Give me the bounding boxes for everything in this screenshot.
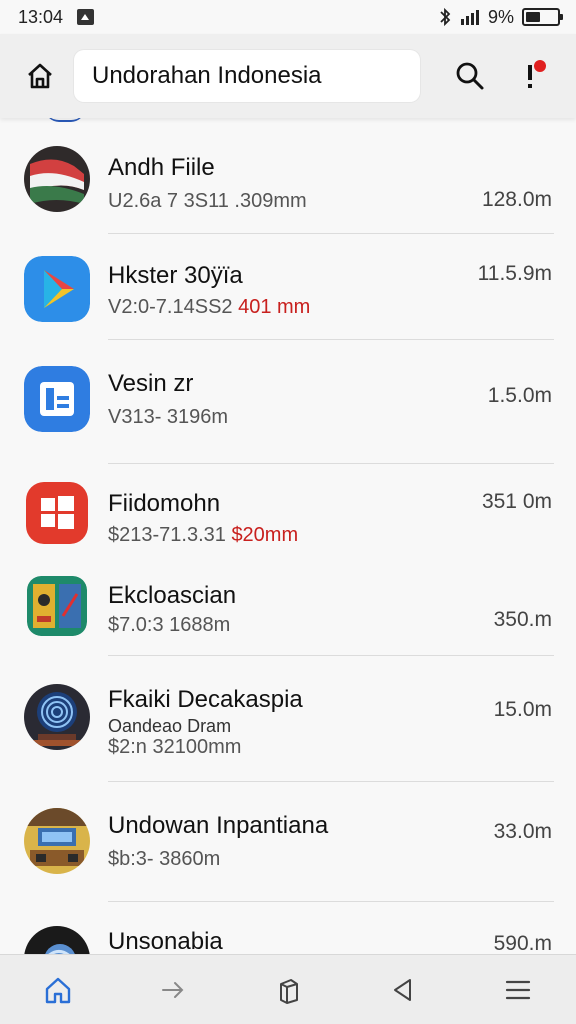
app-name: Hkster 30ÿïa	[108, 262, 243, 289]
battery-percent: 9%	[487, 6, 514, 27]
app-name: Unsonabia	[108, 928, 223, 954]
bottom-navigation	[0, 954, 576, 1024]
list-item[interactable]: Fiidomohn $213-71.3.31 $20mm 351 0m	[0, 464, 576, 570]
globe-icon	[24, 926, 90, 954]
app-version-highlight: $20mm	[231, 524, 299, 546]
app-size: 33.0m	[493, 820, 552, 843]
app-version: $213-71.3.31 $20mm	[108, 524, 298, 547]
app-version-text: U2.6a 7 3S11	[108, 190, 235, 212]
nav-menu-button[interactable]	[488, 960, 548, 1020]
search-icon	[456, 62, 484, 90]
app-name: Fkaiki Decakaspia	[108, 686, 303, 713]
back-icon	[394, 978, 412, 1001]
app-version: $7.0:3 1688m	[108, 614, 231, 636]
play-icon	[24, 256, 90, 322]
search-button[interactable]	[446, 52, 494, 100]
flag-icon	[24, 146, 90, 212]
fingerprint-icon	[24, 684, 90, 750]
phone-screen: 13:04 9% Undorahan Indonesia Andh Fiile …	[0, 0, 576, 1024]
app-size: 351 0m	[481, 490, 552, 513]
app-size: 128.0m	[481, 188, 552, 211]
nav-home-button[interactable]	[28, 960, 88, 1020]
list-item[interactable]: Undowan Inpantiana $b:3- 3860m 33.0m	[0, 782, 576, 902]
list-item[interactable]: Andh Fiile U2.6a 7 3S11 .309mm 128.0m	[0, 118, 576, 234]
app-size: 1.5.0m	[487, 384, 552, 407]
battery-icon	[522, 8, 563, 26]
app-name: Andh Fiile	[108, 154, 215, 181]
alert-badge	[534, 60, 546, 72]
signal-icon	[460, 10, 479, 25]
nav-files-button[interactable]	[258, 960, 318, 1020]
list-item[interactable]: Fkaiki Decakaspia Oandeao Dram $2:n 3210…	[0, 656, 576, 782]
search-input-value: Undorahan Indonesia	[92, 62, 322, 89]
app-name: Undowan Inpantiana	[108, 812, 329, 839]
app-name: Fiidomohn	[108, 490, 221, 517]
app-version: $2:n 32100mm	[108, 736, 242, 758]
app-version: V2:0-7.14SS2 401 mm	[108, 296, 310, 319]
app-version: V313- 3196m	[108, 406, 229, 428]
bluetooth-icon	[440, 7, 451, 27]
list-item[interactable]: Unsonabia 590.m	[0, 902, 576, 954]
files-icon	[279, 978, 298, 1004]
app-size: 350.m	[493, 608, 552, 631]
nav-back-button[interactable]	[373, 960, 433, 1020]
alert-button[interactable]	[508, 52, 552, 100]
list-item[interactable]: Ekcloascian $7.0:3 1688m 350.m	[0, 570, 576, 656]
app-name: Ekcloascian	[108, 582, 237, 609]
menu-icon	[506, 980, 531, 999]
nav-forward-button[interactable]	[143, 960, 203, 1020]
app-version: $b:3- 3860m	[108, 848, 221, 870]
notification-icon	[77, 9, 95, 25]
app-version: U2.6a 7 3S11 .309mm	[108, 190, 307, 213]
list-item[interactable]: Vesin zr V313- 3196m 1.5.0m	[0, 340, 576, 464]
status-bar: 13:04 9%	[0, 0, 576, 34]
document-icon	[24, 366, 90, 432]
status-time: 13:04	[18, 6, 64, 27]
app-size: 590.m	[493, 932, 552, 954]
app-size: 15.0m	[493, 698, 552, 721]
shop-icon	[24, 808, 90, 874]
search-input[interactable]: Undorahan Indonesia	[74, 50, 420, 102]
list-item[interactable]: Hkster 30ÿïa V2:0-7.14SS2 401 mm 11.5.9m	[0, 234, 576, 340]
app-version-tail: .309mm	[234, 190, 307, 212]
battery-level	[526, 12, 540, 22]
windows-icon	[26, 482, 88, 544]
app-subtitle: Oandeao Dram	[108, 716, 232, 736]
home-nav-icon	[45, 977, 70, 1003]
app-version-text: $213-71.3.31	[108, 524, 232, 546]
home-button[interactable]	[20, 56, 60, 96]
app-list[interactable]: Andh Fiile U2.6a 7 3S11 .309mm 128.0m Hk…	[0, 118, 576, 954]
app-header: Undorahan Indonesia	[0, 34, 576, 118]
app-size: 11.5.9m	[477, 262, 552, 285]
app-version-highlight: 401 mm	[238, 296, 311, 318]
home-icon	[28, 63, 52, 89]
app-version-text: V2:0-7.14SS2	[108, 296, 239, 318]
forward-icon	[161, 981, 184, 998]
game-icon	[27, 576, 87, 636]
app-name: Vesin zr	[108, 370, 194, 397]
